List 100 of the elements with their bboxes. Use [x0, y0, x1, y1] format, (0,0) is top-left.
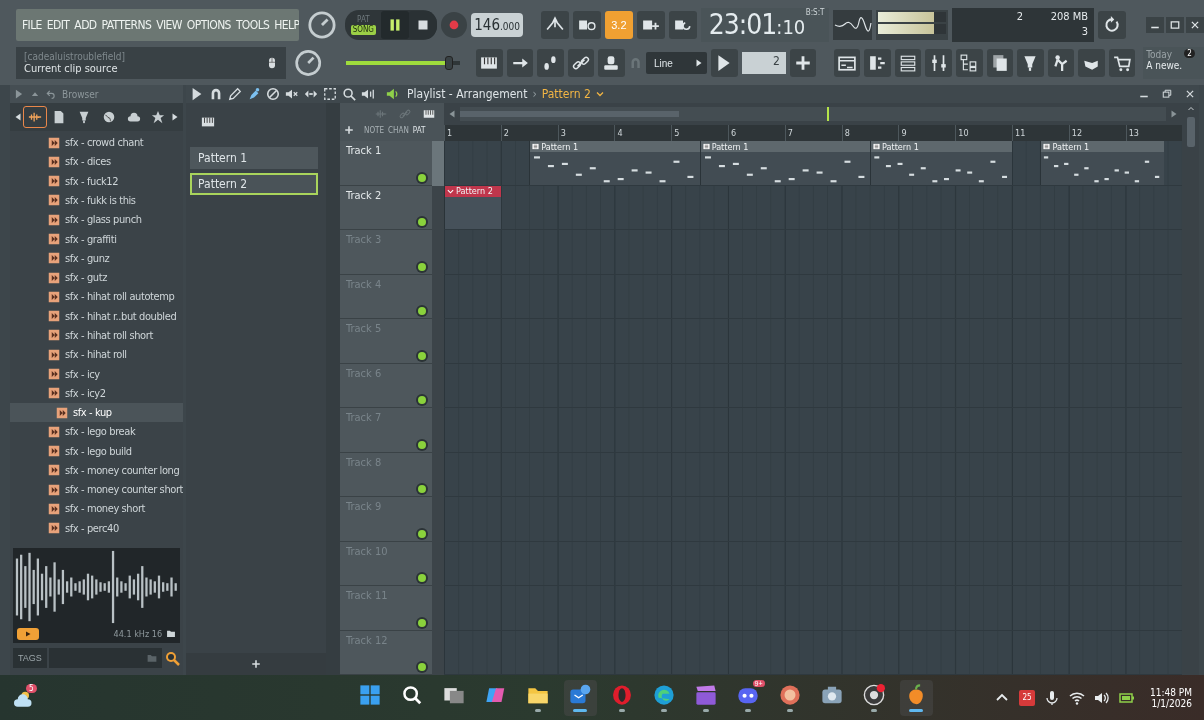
calendar-badge[interactable]: 25 — [1019, 689, 1036, 706]
track-switch[interactable] — [418, 529, 427, 538]
snap-dropdown[interactable]: Line — [645, 52, 708, 74]
clock[interactable]: 11:48 PM 1/1/2026 — [1150, 686, 1192, 709]
pattern-clip[interactable]: Pattern 1 — [529, 141, 700, 185]
filter-tab[interactable]: CHAN — [388, 125, 409, 135]
overview-scrollbar[interactable] — [460, 107, 1167, 121]
caret-icon[interactable] — [595, 90, 604, 98]
wifi-icon[interactable] — [1069, 689, 1086, 706]
file-name[interactable]: sfx - hihat r..but doubled — [65, 309, 177, 323]
file-name[interactable]: sfx - dices — [65, 155, 111, 169]
file-name[interactable]: sfx - lego break — [65, 425, 136, 439]
chevron-left-icon[interactable] — [14, 112, 22, 122]
brush-icon[interactable] — [247, 87, 262, 101]
refresh-button[interactable] — [1098, 11, 1126, 39]
menu-item[interactable]: FILE — [22, 18, 42, 32]
tags-button[interactable]: TAGS — [13, 648, 47, 668]
file-name[interactable]: sfx - fukk is this — [65, 194, 136, 207]
file-name[interactable]: sfx - icy — [65, 367, 100, 381]
menu-item[interactable]: HELP — [274, 18, 300, 32]
link-button[interactable] — [567, 49, 595, 77]
file-name[interactable]: sfx - crowd chant — [65, 136, 144, 150]
cart-button[interactable] — [1108, 49, 1136, 77]
list-button[interactable] — [894, 49, 922, 77]
chevron-icon[interactable] — [14, 89, 24, 99]
step-sequencer-button[interactable] — [864, 49, 891, 77]
figure-button[interactable] — [1047, 49, 1075, 77]
tags-field[interactable] — [48, 648, 163, 668]
menu-item[interactable]: OPTIONS — [186, 18, 231, 32]
knob-icon[interactable] — [293, 48, 323, 78]
file-name[interactable]: sfx - lego build — [65, 444, 132, 458]
close-button[interactable] — [1185, 17, 1204, 33]
track-switch[interactable] — [418, 173, 427, 182]
waveform-tab[interactable] — [22, 106, 47, 128]
metronome-button[interactable] — [541, 11, 569, 39]
track-header[interactable]: Track 2 — [340, 185, 433, 230]
copy-button[interactable] — [986, 49, 1014, 77]
zoom-icon[interactable] — [342, 87, 357, 101]
file-name[interactable]: sfx - kup — [73, 406, 112, 420]
tempo-field[interactable]: 146.000 — [471, 13, 524, 37]
up-icon[interactable] — [1185, 105, 1196, 113]
filter-tab[interactable]: PAT — [412, 125, 426, 135]
select-icon[interactable] — [323, 87, 338, 101]
search-icon[interactable] — [164, 650, 181, 666]
knob-icon[interactable] — [307, 10, 338, 40]
track-switch[interactable] — [418, 485, 427, 493]
track-switch[interactable] — [418, 663, 427, 671]
preview-play-button[interactable] — [17, 627, 39, 640]
maximize-button[interactable] — [1165, 17, 1184, 33]
speaker-icon[interactable] — [361, 87, 376, 101]
piano-keys-button[interactable] — [475, 49, 503, 77]
file-name[interactable]: sfx - icy2 — [65, 386, 106, 400]
volume-slider[interactable] — [346, 61, 460, 65]
mute-icon[interactable] — [285, 87, 300, 101]
menu-item[interactable]: EDIT — [46, 18, 70, 32]
taskbar-app[interactable] — [563, 679, 597, 716]
stamp-button[interactable] — [598, 49, 625, 77]
filter-tab[interactable]: NOTE — [364, 125, 385, 135]
footsteps-button[interactable] — [537, 49, 564, 77]
arrow-button[interactable] — [506, 49, 534, 77]
file-name[interactable]: sfx - money counter long — [65, 463, 180, 477]
scrollbar-thumb[interactable] — [1186, 117, 1195, 147]
plus-icon[interactable] — [251, 659, 262, 669]
minimize-button[interactable] — [1145, 17, 1164, 33]
stop-button[interactable] — [409, 11, 438, 39]
pattern-clip[interactable]: Pattern 2 — [444, 185, 501, 229]
track-switch[interactable] — [418, 618, 427, 627]
pattern-clip[interactable]: Pattern 1 — [870, 141, 1013, 185]
track-switch[interactable] — [418, 307, 427, 315]
file-name[interactable]: sfx - hihat roll short — [65, 328, 153, 342]
pattern-selector[interactable]: Pattern 2 — [541, 87, 591, 101]
file-name[interactable]: sfx - hihat roll autotemp — [65, 290, 175, 304]
menu-item[interactable]: PATTERNS — [101, 18, 152, 32]
file-name[interactable]: sfx - money short — [65, 502, 146, 516]
piano-keys-icon[interactable] — [200, 115, 217, 129]
track-switch[interactable] — [418, 396, 427, 404]
chevron-left-icon[interactable] — [448, 109, 457, 119]
mode-toggle[interactable]: SONG — [350, 25, 376, 35]
tree-button[interactable] — [956, 49, 983, 77]
file-name[interactable]: sfx - gutz — [65, 271, 107, 285]
add-button[interactable] — [789, 49, 817, 77]
track-switch[interactable] — [418, 351, 427, 360]
track-switch[interactable] — [418, 262, 427, 271]
pattern-item[interactable]: Pattern 2 — [190, 173, 319, 195]
file-name[interactable]: sfx - perc40 — [65, 521, 119, 535]
chevron-right-icon[interactable] — [171, 112, 180, 122]
file-name[interactable]: sfx - graffiti — [65, 232, 117, 246]
pattern-clip[interactable]: Pattern 1 — [699, 141, 871, 185]
pattern-clip[interactable]: Pattern 1 — [1040, 141, 1165, 185]
file-name[interactable]: sfx - glass punch — [65, 213, 142, 227]
pattern-item[interactable]: Pattern 1 — [190, 147, 319, 169]
plus-icon[interactable] — [344, 125, 355, 135]
microphone-icon[interactable] — [1044, 689, 1061, 706]
track-switch[interactable] — [418, 218, 427, 226]
track-switch[interactable] — [418, 440, 427, 449]
piano-keys-icon[interactable] — [422, 108, 437, 120]
slider-handle[interactable] — [444, 56, 453, 70]
back-icon[interactable] — [46, 89, 56, 99]
taskbar-app[interactable] — [899, 679, 933, 716]
pencil-icon[interactable] — [228, 87, 243, 101]
